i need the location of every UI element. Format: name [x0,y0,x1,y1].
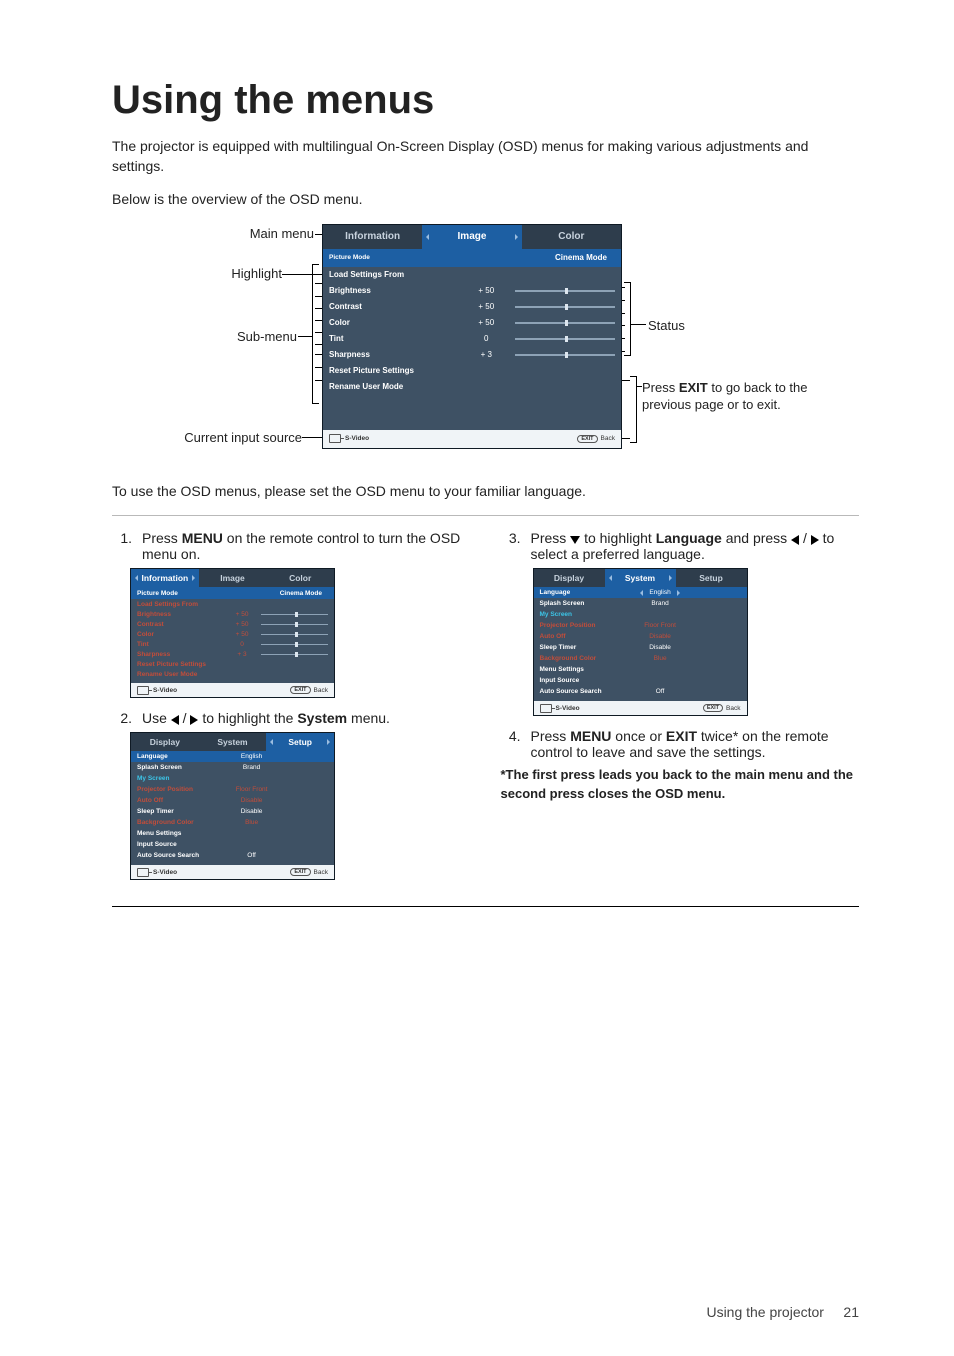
intro-2: Below is the overview of the OSD menu. [112,190,859,210]
osd-step1-screenshot: InformationImageColor Picture ModeCinema… [130,568,335,698]
page-footer: Using the projector 21 [706,1304,859,1320]
osd-step2-screenshot: DisplaySystemSetup LanguageEnglishSplash… [130,732,335,880]
ann-main-menu: Main menu [112,226,314,241]
step-3: 3. Press to highlight Language and press… [501,530,860,562]
step-1: 1. Press MENU on the remote control to t… [112,530,471,562]
step-note: *The first press leads you back to the m… [501,766,860,802]
source-icon [329,434,341,443]
divider-2 [112,906,859,907]
page-title: Using the menus [112,78,859,123]
divider-1 [112,515,859,516]
step-2: 2. Use / to highlight the System menu. [112,710,471,726]
osd-overview-diagram: Main menu Highlight Sub-menu Current inp… [112,224,859,464]
ann-status: Status [648,318,685,333]
ann-input-source: Current input source [112,430,302,445]
osd-source: S-Video [329,434,369,443]
intro-1: The projector is equipped with multiling… [112,137,859,176]
osd-exit-back: EXIT Back [577,435,615,443]
osd-step3-screenshot: DisplaySystemSetup LanguageEnglishSplash… [533,568,748,716]
step-4: 4. Press MENU once or EXIT twice* on the… [501,728,860,760]
ann-sub-menu: Sub-menu [112,329,297,344]
ann-highlight: Highlight [112,266,282,281]
osd-main-screenshot: InformationImageColor Picture ModeCinema… [322,224,622,449]
ann-exit: Press EXIT to go back to the previous pa… [642,379,832,414]
outro: To use the OSD menus, please set the OSD… [112,482,859,502]
